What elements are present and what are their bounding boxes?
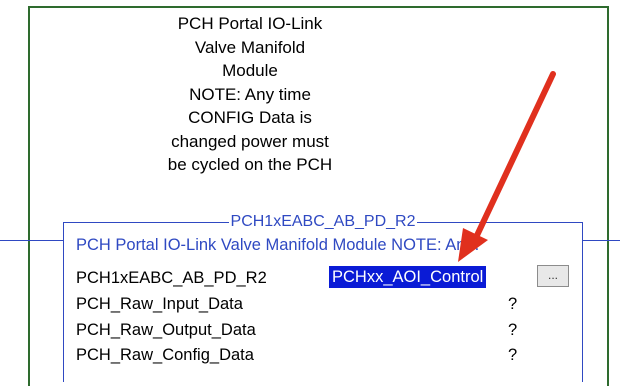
comment-line: changed power must bbox=[171, 131, 329, 151]
rung-rail-left bbox=[0, 240, 64, 241]
block-description: PCH Portal IO-Link Valve Manifold Module… bbox=[76, 236, 480, 254]
comment-line: Module bbox=[222, 61, 278, 80]
param-name: PCH_Raw_Input_Data bbox=[76, 295, 243, 313]
block-title: PCH1xEABC_AB_PD_R2 bbox=[64, 212, 582, 232]
param-value-selected[interactable]: PCHxx_AOI_Control bbox=[329, 266, 487, 288]
param-value[interactable]: ? bbox=[508, 345, 517, 365]
param-name: PCH_Raw_Config_Data bbox=[76, 346, 254, 364]
param-value[interactable]: ? bbox=[508, 320, 517, 340]
rung-rail-right bbox=[582, 240, 620, 241]
browse-button[interactable]: ... bbox=[537, 265, 569, 287]
comment-line: PCH Portal IO-Link bbox=[177, 14, 323, 33]
comment-line: Valve Manifold bbox=[194, 37, 306, 57]
block-title-text: PCH1xEABC_AB_PD_R2 bbox=[228, 213, 418, 230]
comment-line: CONFIG Data is bbox=[188, 108, 312, 127]
param-value[interactable]: ? bbox=[508, 294, 517, 314]
comment-line: be cycled on the PCH bbox=[167, 155, 333, 174]
comment-line: NOTE: Any time bbox=[189, 84, 311, 104]
rung-comment: PCH Portal IO-Link Valve Manifold Module… bbox=[110, 12, 390, 177]
param-name: PCH1xEABC_AB_PD_R2 bbox=[76, 269, 267, 287]
param-name: PCH_Raw_Output_Data bbox=[76, 321, 256, 339]
